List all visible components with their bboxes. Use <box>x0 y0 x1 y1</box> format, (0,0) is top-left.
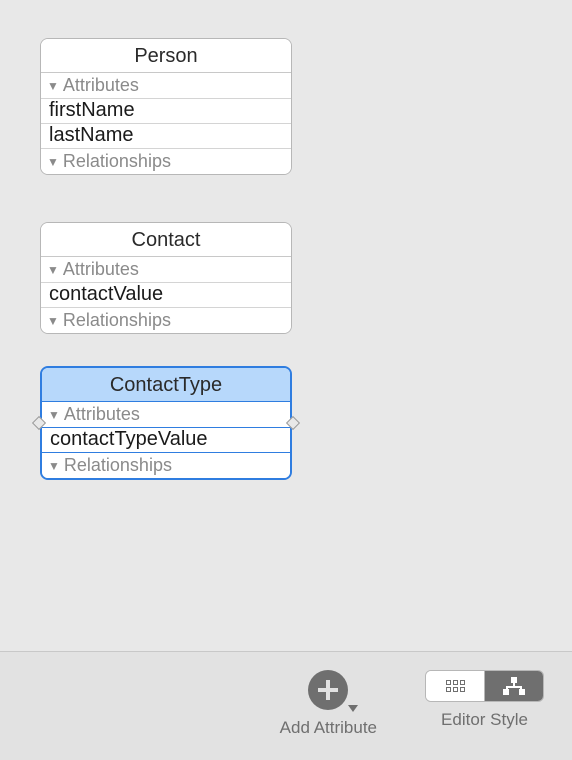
attributes-section-label: Attributes <box>63 259 139 280</box>
plus-icon <box>308 670 348 710</box>
attributes-section-label: Attributes <box>63 75 139 96</box>
attributes-section-header[interactable]: ▼ Attributes <box>41 73 291 99</box>
add-attribute-label: Add Attribute <box>280 718 377 738</box>
editor-style-segmented <box>425 670 544 702</box>
attribute-row[interactable]: contactValue <box>41 283 291 308</box>
chevron-down-icon <box>348 705 358 712</box>
entity-contacttype[interactable]: ContactType ▼ Attributes contactTypeValue ▼ R… <box>40 366 292 480</box>
relationships-section-header[interactable]: ▼ Relationships <box>42 453 290 478</box>
disclosure-triangle-icon: ▼ <box>47 156 59 168</box>
add-attribute-button[interactable] <box>308 670 348 710</box>
relationships-section-label: Relationships <box>63 310 171 331</box>
disclosure-triangle-icon: ▼ <box>47 264 59 276</box>
relationships-section-label: Relationships <box>63 151 171 172</box>
model-canvas[interactable]: Person ▼ Attributes firstNamelastName ▼ Relat… <box>0 0 572 651</box>
entity-title[interactable]: Contact <box>41 223 291 257</box>
entity-title[interactable]: ContactType <box>42 368 290 402</box>
editor-style-tool: Editor Style <box>425 670 544 730</box>
relationships-section-header[interactable]: ▼ Relationships <box>41 308 291 333</box>
disclosure-triangle-icon: ▼ <box>47 80 59 92</box>
editor-style-table-button[interactable] <box>426 671 484 701</box>
disclosure-triangle-icon: ▼ <box>48 409 60 421</box>
attributes-section-header[interactable]: ▼ Attributes <box>41 257 291 283</box>
grid-icon <box>446 680 465 692</box>
attributes-section-header[interactable]: ▼ Attributes <box>42 402 290 428</box>
entity-person[interactable]: Person ▼ Attributes firstNamelastName ▼ Relat… <box>40 38 292 175</box>
attribute-row[interactable]: lastName <box>41 124 291 149</box>
disclosure-triangle-icon: ▼ <box>47 315 59 327</box>
attributes-section-label: Attributes <box>64 404 140 425</box>
relationships-section-header[interactable]: ▼ Relationships <box>41 149 291 174</box>
editor-style-label: Editor Style <box>441 710 528 730</box>
disclosure-triangle-icon: ▼ <box>48 460 60 472</box>
bottom-toolbar: Add Attribute Editor <box>0 652 572 760</box>
entity-title[interactable]: Person <box>41 39 291 73</box>
editor-style-graph-button[interactable] <box>485 671 543 701</box>
relationships-section-label: Relationships <box>64 455 172 476</box>
add-attribute-tool: Add Attribute <box>280 670 377 738</box>
attribute-row[interactable]: contactTypeValue <box>42 428 290 453</box>
attribute-row[interactable]: firstName <box>41 99 291 124</box>
hierarchy-icon <box>503 677 525 695</box>
entity-contact[interactable]: Contact ▼ Attributes contactValue ▼ Relations… <box>40 222 292 334</box>
